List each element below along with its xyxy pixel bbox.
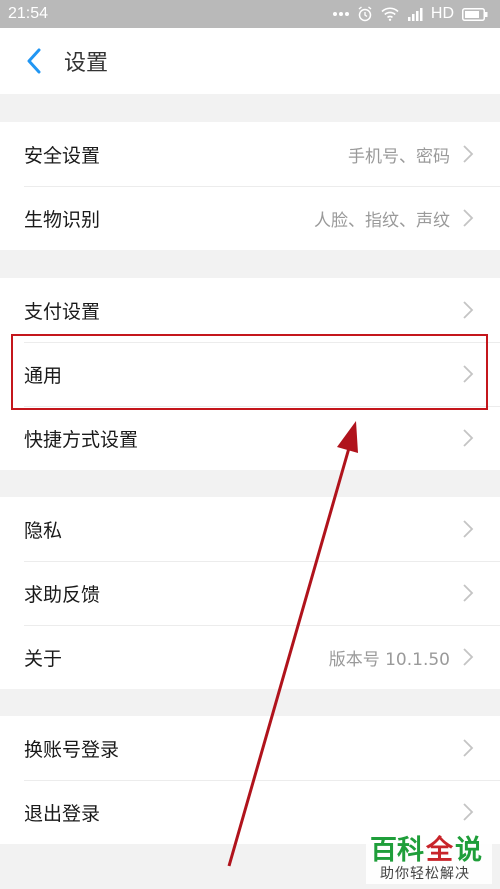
setting-item-label: 关于 <box>24 647 63 670</box>
chevron-right-icon <box>462 583 474 603</box>
signal-type: HD <box>430 5 454 22</box>
setting-item-label: 换账号登录 <box>24 738 120 761</box>
chevron-right-icon <box>462 300 474 320</box>
setting-item-label: 快捷方式设置 <box>24 428 139 451</box>
setting-item-label: 安全设置 <box>24 144 101 167</box>
settings-group-session: 换账号登录 退出登录 <box>0 716 500 844</box>
chevron-right-icon <box>462 208 474 228</box>
page-title: 设置 <box>64 51 109 76</box>
wifi-icon <box>381 7 399 21</box>
chevron-right-icon <box>462 364 474 384</box>
setting-item-value: 人脸、指纹、声纹 <box>314 210 450 231</box>
setting-item-help-feedback[interactable]: 求助反馈 <box>0 561 500 625</box>
chevron-right-icon <box>462 428 474 448</box>
app-header: 设置 <box>0 28 500 94</box>
settings-group-account: 安全设置 手机号、密码 生物识别 人脸、指纹、声纹 <box>0 122 500 250</box>
setting-item-label: 生物识别 <box>24 208 101 231</box>
chevron-right-icon <box>462 519 474 539</box>
setting-item-privacy[interactable]: 隐私 <box>0 497 500 561</box>
more-dots-icon <box>332 11 349 17</box>
signal-icon <box>407 7 423 21</box>
setting-item-about[interactable]: 关于 版本号 10.1.50 <box>0 625 500 689</box>
setting-item-value: 手机号、密码 <box>348 146 450 167</box>
watermark-text: 说 <box>455 835 482 866</box>
setting-item-label: 支付设置 <box>24 300 101 323</box>
status-icons: HD <box>332 5 488 23</box>
setting-item-general[interactable]: 通用 <box>0 342 500 406</box>
setting-item-biometrics[interactable]: 生物识别 人脸、指纹、声纹 <box>0 186 500 250</box>
setting-item-payment[interactable]: 支付设置 <box>0 278 500 342</box>
setting-item-label: 退出登录 <box>24 802 101 825</box>
status-bar: 21:54 HD <box>0 0 500 28</box>
chevron-left-icon <box>27 48 41 74</box>
setting-item-switch-account[interactable]: 换账号登录 <box>0 716 500 780</box>
setting-item-value: 版本号 10.1.50 <box>328 649 450 670</box>
alarm-icon <box>357 6 373 22</box>
chevron-right-icon <box>462 647 474 667</box>
setting-item-label: 隐私 <box>24 519 63 542</box>
settings-group-support: 隐私 求助反馈 关于 版本号 10.1.50 <box>0 497 500 689</box>
status-time: 21:54 <box>8 5 49 22</box>
watermark-slogan: 助你轻松解决 <box>380 866 470 882</box>
back-button[interactable] <box>6 28 62 94</box>
watermark-text: 全 <box>426 835 453 866</box>
chevron-right-icon <box>462 738 474 758</box>
setting-item-label: 求助反馈 <box>24 583 101 606</box>
chevron-right-icon <box>462 802 474 822</box>
setting-item-shortcuts[interactable]: 快捷方式设置 <box>0 406 500 470</box>
battery-icon <box>462 7 488 21</box>
watermark-logo: 百科 全 说 助你轻松解决 <box>366 826 492 884</box>
watermark-text: 百科 <box>370 835 424 866</box>
settings-group-general: 支付设置 通用 快捷方式设置 <box>0 278 500 470</box>
setting-item-security[interactable]: 安全设置 手机号、密码 <box>0 122 500 186</box>
setting-item-label: 通用 <box>24 364 63 387</box>
chevron-right-icon <box>462 144 474 164</box>
